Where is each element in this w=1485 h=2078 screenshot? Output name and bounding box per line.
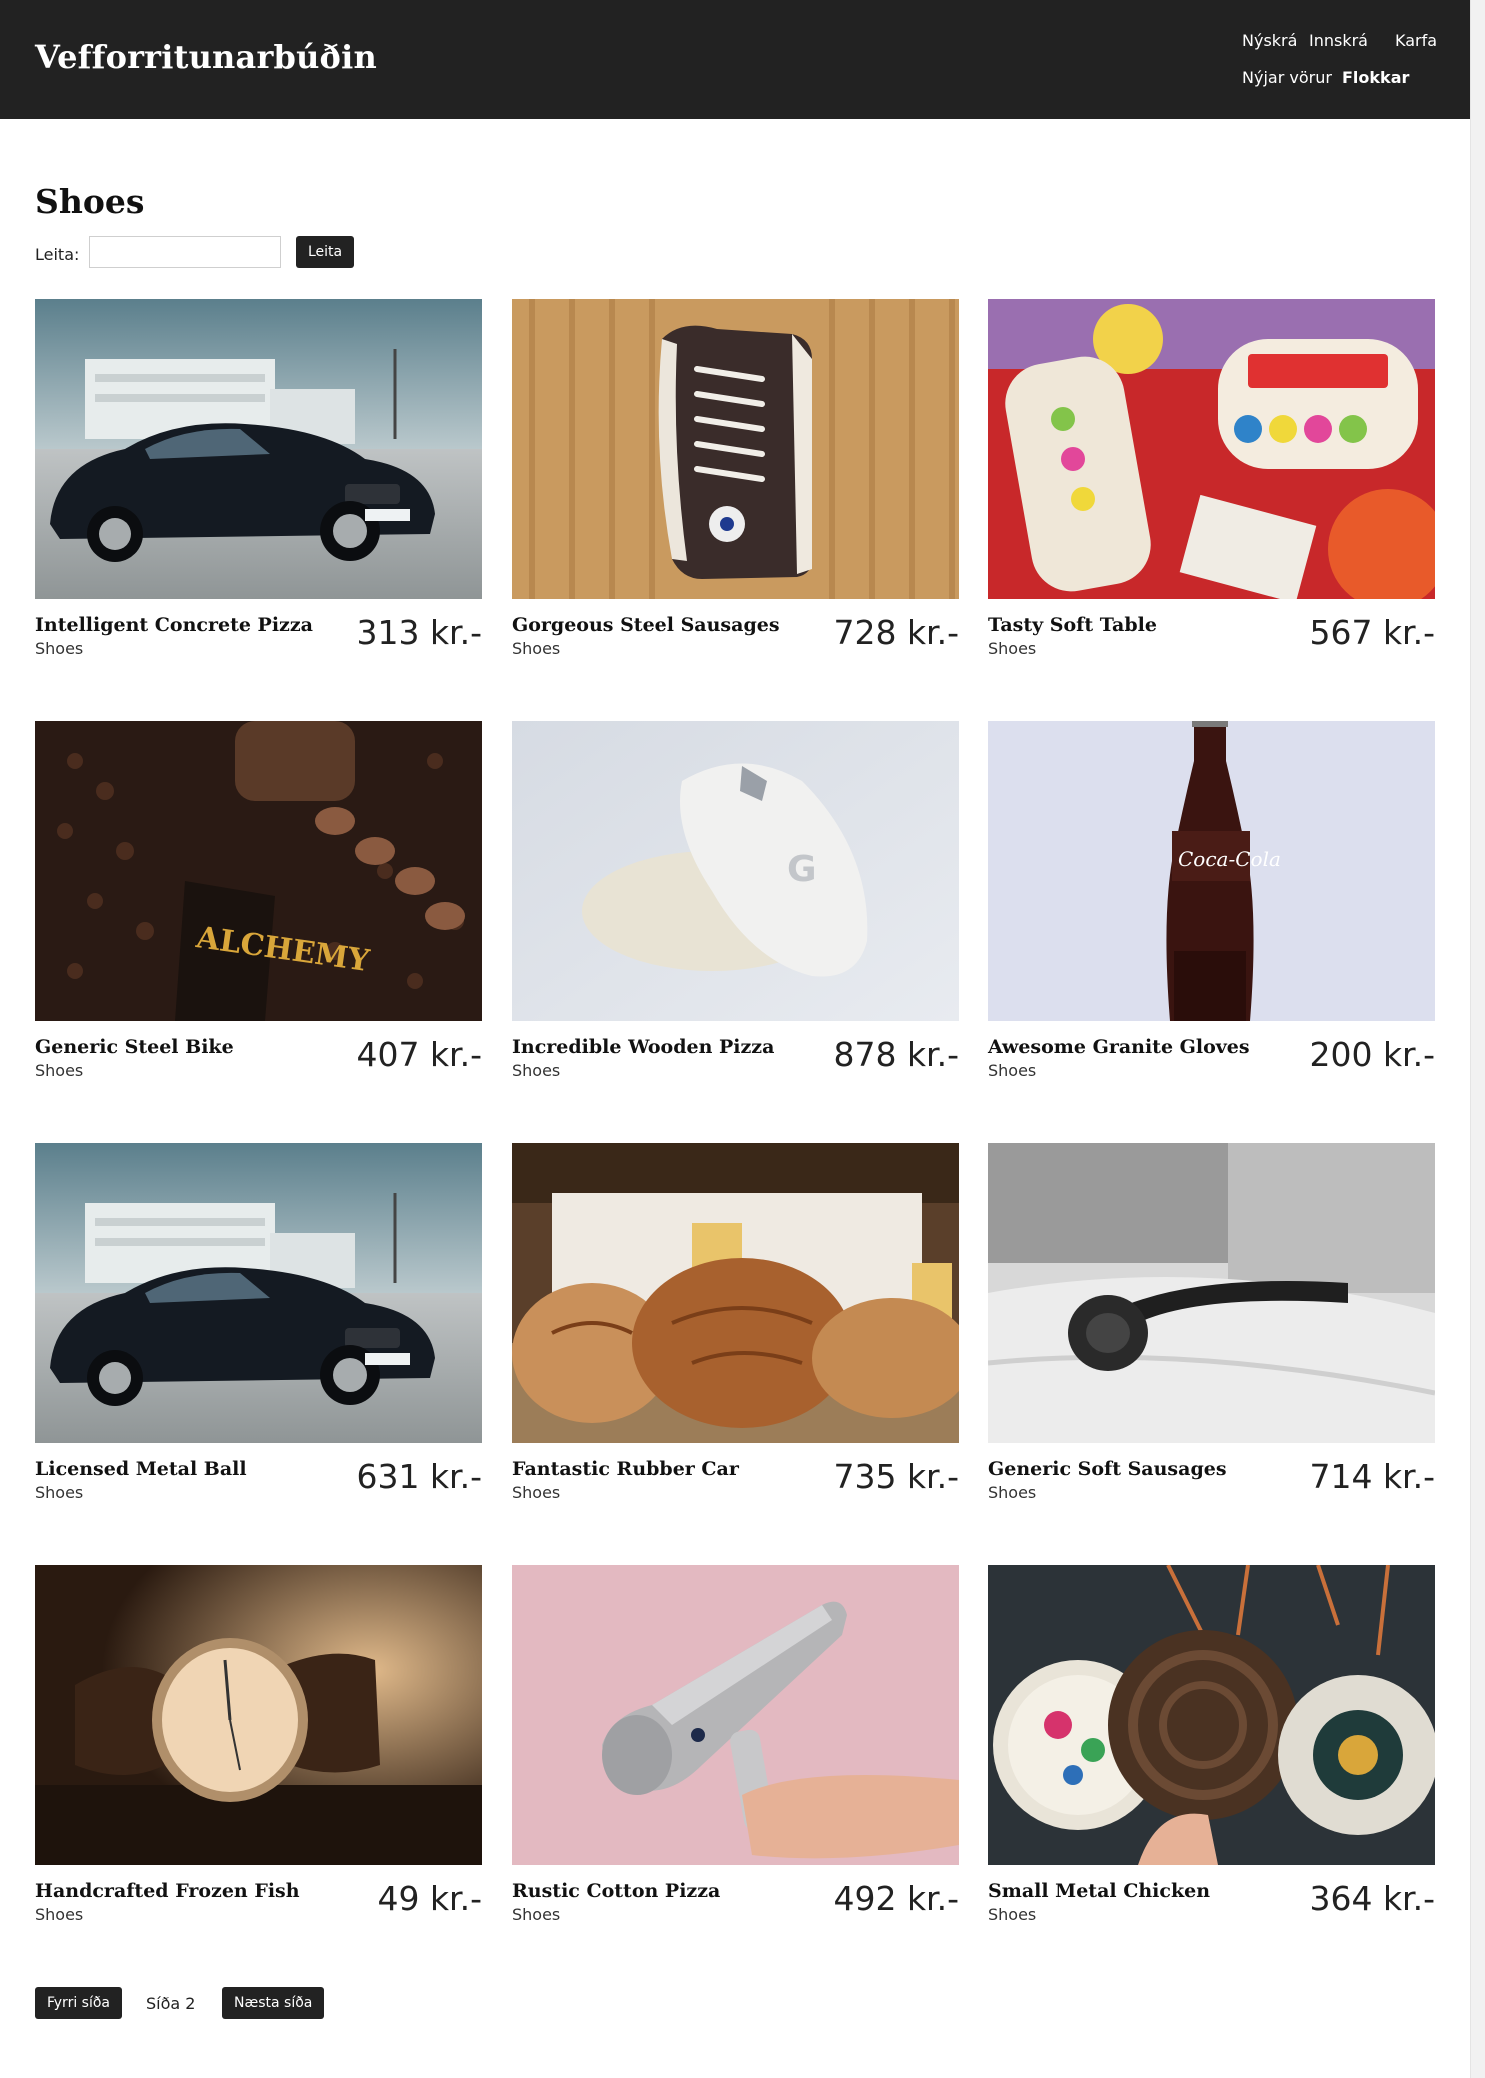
product-name[interactable]: Awesome Granite Gloves <box>988 1036 1250 1058</box>
product-name[interactable]: Licensed Metal Ball <box>35 1458 247 1480</box>
product-price: 735 kr.- <box>833 1457 959 1496</box>
product-image-watch[interactable] <box>35 1565 482 1865</box>
product-name[interactable]: Intelligent Concrete Pizza <box>35 614 313 636</box>
product-price: 728 kr.- <box>833 613 959 652</box>
product-name[interactable]: Rustic Cotton Pizza <box>512 1880 720 1902</box>
product-card[interactable]: Tasty Soft Table Shoes 567 kr.- <box>988 299 1435 679</box>
product-image-bread[interactable] <box>512 1143 959 1443</box>
product-name[interactable]: Fantastic Rubber Car <box>512 1458 739 1480</box>
product-category: Shoes <box>512 1061 561 1080</box>
product-card[interactable]: Rustic Cotton Pizza Shoes 492 kr.- <box>512 1565 959 1945</box>
product-card[interactable]: Handcrafted Frozen Fish Shoes 49 kr.- <box>35 1565 482 1945</box>
search-label: Leita: <box>35 245 80 264</box>
product-category: Shoes <box>512 1905 561 1924</box>
product-image-candy[interactable] <box>988 299 1435 599</box>
product-name[interactable]: Generic Steel Bike <box>35 1036 234 1058</box>
product-image-mouse[interactable]: G <box>512 721 959 1021</box>
product-card[interactable]: Small Metal Chicken Shoes 364 kr.- <box>988 1565 1435 1945</box>
current-page-label: Síða 2 <box>146 1994 196 2013</box>
product-price: 492 kr.- <box>833 1879 959 1918</box>
svg-text:G: G <box>787 849 817 890</box>
product-category: Shoes <box>512 1483 561 1502</box>
product-price: 313 kr.- <box>356 613 482 652</box>
nav-signup-link[interactable]: Nýskrá <box>1242 31 1297 50</box>
product-card[interactable]: Licensed Metal Ball Shoes 631 kr.- <box>35 1143 482 1523</box>
product-image-headphones[interactable] <box>988 1143 1435 1443</box>
pagination: Fyrri síða Síða 2 Næsta síða <box>35 1987 635 2021</box>
product-category: Shoes <box>988 639 1037 658</box>
page: Vefforritunarbúðin Nýskrá Innskrá Karfa … <box>0 0 1470 2078</box>
product-category: Shoes <box>35 1061 84 1080</box>
product-image-cola[interactable]: Coca-Cola <box>988 721 1435 1021</box>
product-price: 714 kr.- <box>1309 1457 1435 1496</box>
site-brand[interactable]: Vefforritunarbúðin <box>35 38 377 76</box>
product-image-bags[interactable] <box>988 1565 1435 1865</box>
product-name[interactable]: Generic Soft Sausages <box>988 1458 1227 1480</box>
product-card[interactable]: Gorgeous Steel Sausages Shoes 728 kr.- <box>512 299 959 679</box>
search-button[interactable]: Leita <box>296 236 355 268</box>
next-page-button[interactable]: Næsta síða <box>222 1987 325 2019</box>
nav-new-products-link[interactable]: Nýjar vörur <box>1242 68 1332 87</box>
product-card[interactable]: Generic Soft Sausages Shoes 714 kr.- <box>988 1143 1435 1523</box>
nav-categories-link[interactable]: Flokkar <box>1342 68 1409 87</box>
product-image-coffee[interactable]: ALCHEMY <box>35 721 482 1021</box>
previous-page-button[interactable]: Fyrri síða <box>35 1987 122 2019</box>
product-category: Shoes <box>988 1061 1037 1080</box>
product-price: 631 kr.- <box>356 1457 482 1496</box>
product-image-car[interactable] <box>35 299 482 599</box>
product-name[interactable]: Gorgeous Steel Sausages <box>512 614 780 636</box>
nav-login-link[interactable]: Innskrá <box>1309 31 1368 50</box>
product-image-hair-dryer[interactable] <box>512 1565 959 1865</box>
site-header: Vefforritunarbúðin Nýskrá Innskrá Karfa … <box>0 0 1470 119</box>
product-name[interactable]: Handcrafted Frozen Fish <box>35 1880 300 1902</box>
product-price: 878 kr.- <box>833 1035 959 1074</box>
product-category: Shoes <box>35 1483 84 1502</box>
product-price: 364 kr.- <box>1309 1879 1435 1918</box>
product-price: 407 kr.- <box>356 1035 482 1074</box>
product-card[interactable]: G Incredible Wooden Pizza Shoes 878 kr.- <box>512 721 959 1101</box>
search-input[interactable] <box>89 236 281 268</box>
svg-text:Coca-Cola: Coca-Cola <box>1178 847 1281 871</box>
product-name[interactable]: Tasty Soft Table <box>988 614 1157 636</box>
product-price: 567 kr.- <box>1309 613 1435 652</box>
product-category: Shoes <box>35 639 84 658</box>
product-price: 200 kr.- <box>1309 1035 1435 1074</box>
product-name[interactable]: Small Metal Chicken <box>988 1880 1210 1902</box>
product-category: Shoes <box>988 1483 1037 1502</box>
product-name[interactable]: Incredible Wooden Pizza <box>512 1036 774 1058</box>
product-price: 49 kr.- <box>377 1879 482 1918</box>
product-category: Shoes <box>988 1905 1037 1924</box>
product-card[interactable]: ALCHEMY Generic Steel Bike Shoes 407 kr.… <box>35 721 482 1101</box>
page-title: Shoes <box>35 182 145 221</box>
nav-cart-link[interactable]: Karfa <box>1395 31 1437 50</box>
product-category: Shoes <box>35 1905 84 1924</box>
product-card[interactable]: Intelligent Concrete Pizza Shoes 313 kr.… <box>35 299 482 679</box>
page-scrollbar[interactable] <box>1470 0 1485 2078</box>
product-category: Shoes <box>512 639 561 658</box>
product-image-sneaker[interactable] <box>512 299 959 599</box>
product-card[interactable]: Coca-Cola Awesome Granite Gloves Shoes 2… <box>988 721 1435 1101</box>
product-card[interactable]: Fantastic Rubber Car Shoes 735 kr.- <box>512 1143 959 1523</box>
product-image-car[interactable] <box>35 1143 482 1443</box>
